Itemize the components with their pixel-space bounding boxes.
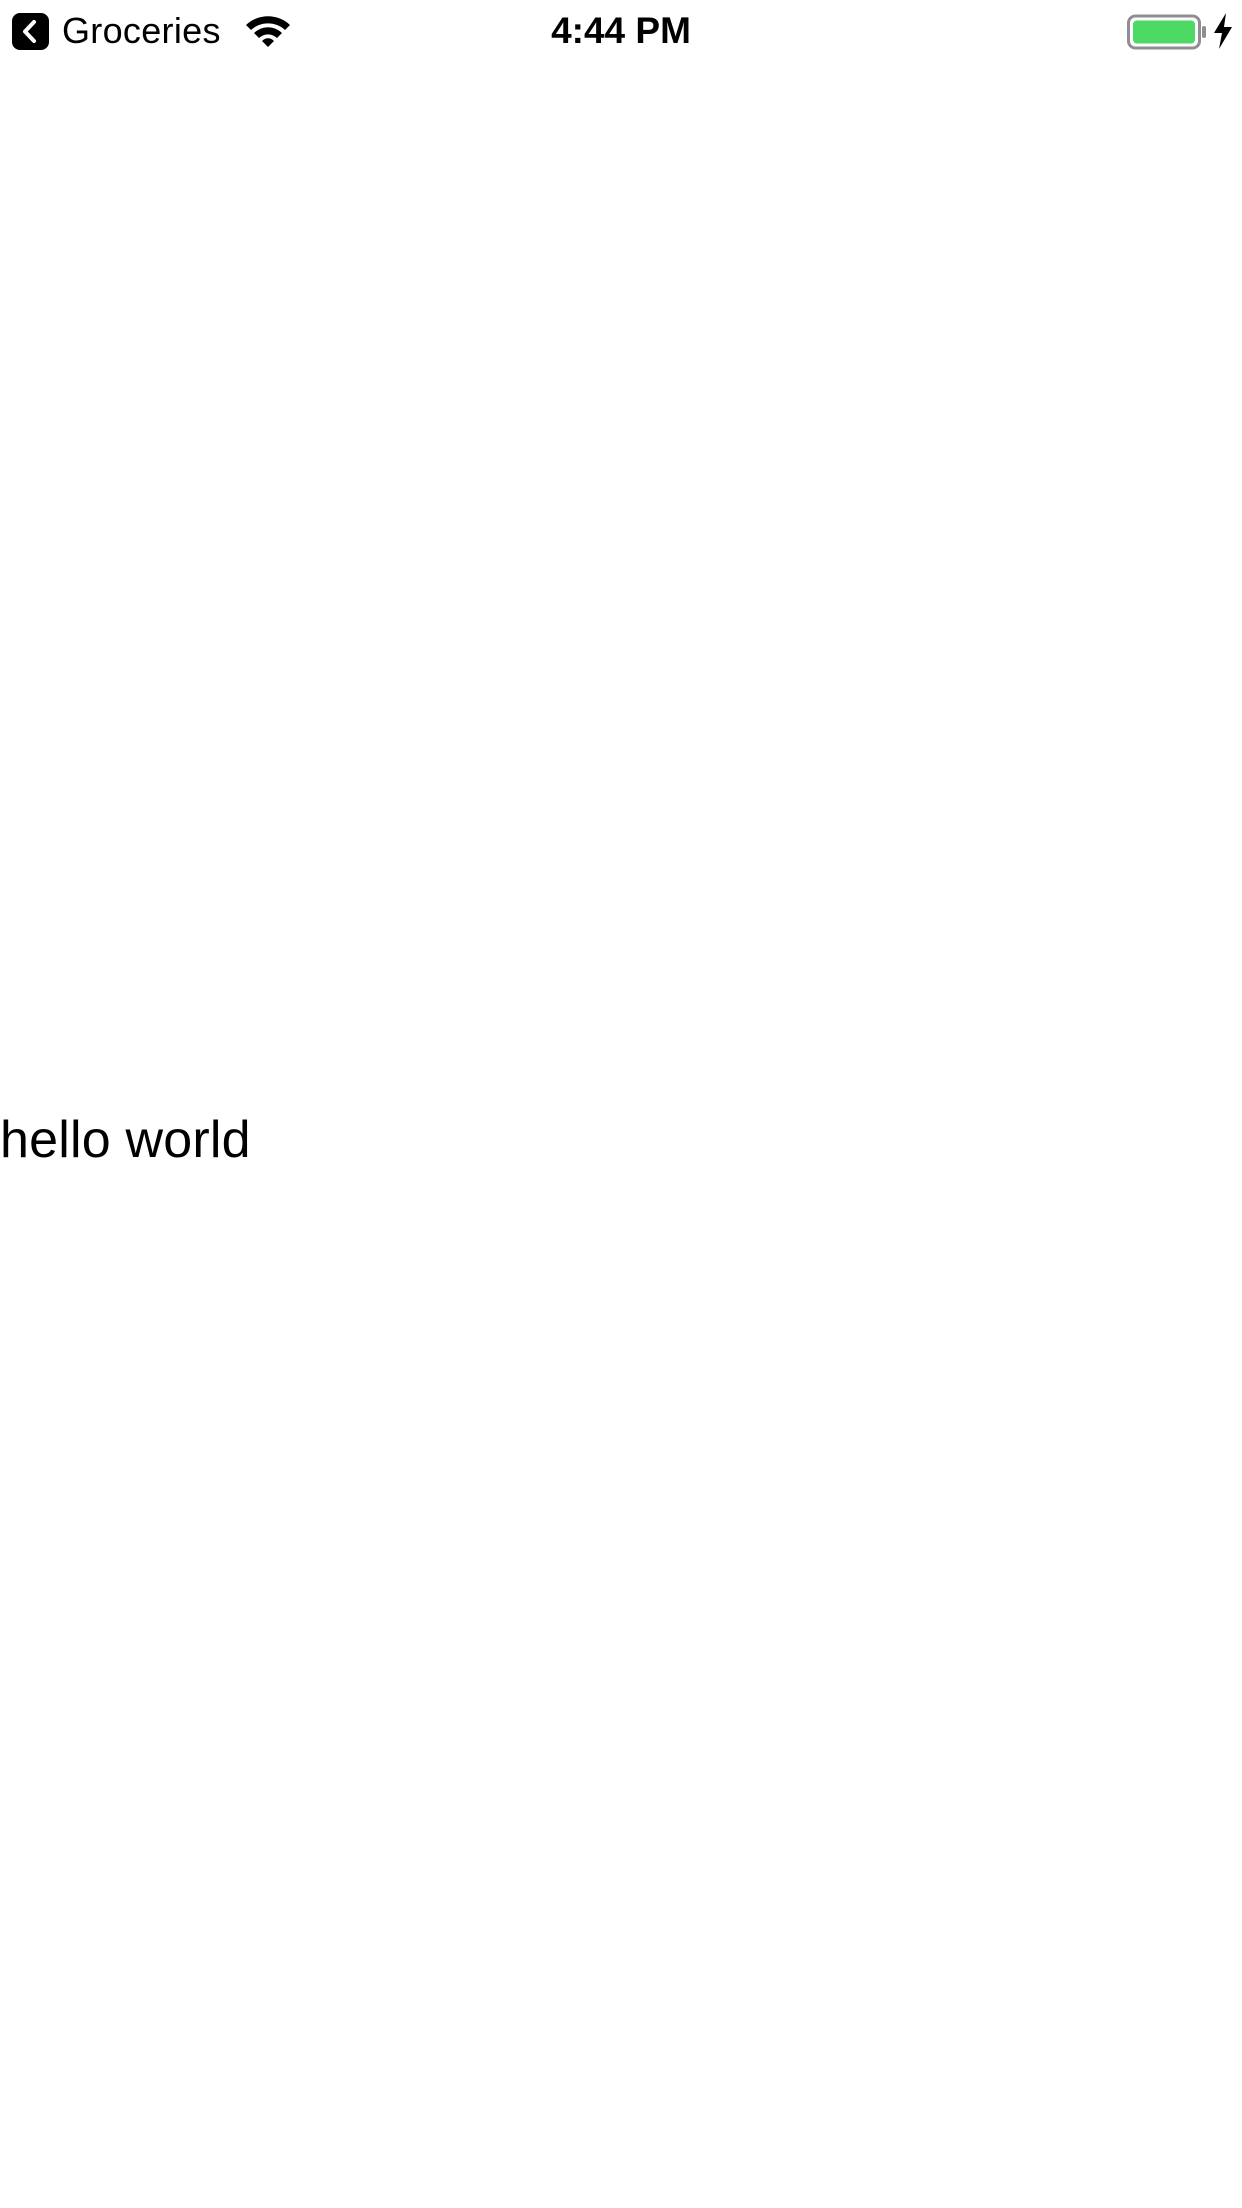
battery-icon — [1127, 14, 1207, 50]
status-time: 4:44 PM — [551, 10, 691, 51]
status-bar: Groceries 4:44 PM — [0, 0, 1242, 62]
charging-bolt-icon — [1212, 12, 1234, 50]
hello-world-label: hello world — [0, 1111, 251, 1169]
